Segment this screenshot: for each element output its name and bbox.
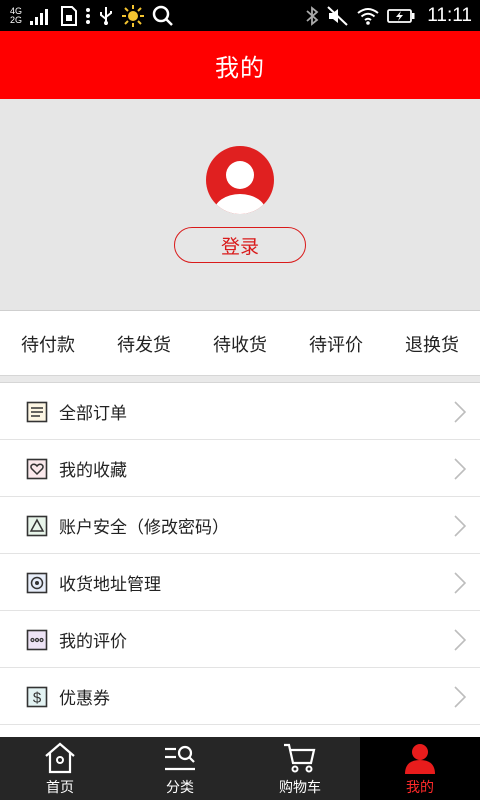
nav-profile[interactable]: 我的: [360, 737, 480, 800]
nav-label: 我的: [406, 780, 434, 796]
tab-label: 待发货: [117, 334, 171, 356]
menu-label: 全部订单: [59, 403, 127, 424]
tab-label: 退换货: [405, 334, 459, 356]
menu-label: 优惠券: [59, 688, 110, 709]
status-bar-right: 11:11: [305, 4, 472, 28]
menu-label: 我的收藏: [59, 460, 127, 481]
section-divider: [0, 375, 480, 383]
coupon-icon: $: [26, 686, 48, 708]
profile-section: 登录: [0, 99, 480, 311]
menu-label: 账户安全（修改密码）: [59, 517, 229, 538]
clock: 11:11: [427, 5, 472, 26]
security-icon: [26, 515, 48, 537]
chevron-right-icon: [454, 629, 466, 651]
battery-icon: [387, 9, 415, 23]
menu-item-all-orders[interactable]: 全部订单: [0, 383, 480, 440]
signal-icon: [30, 9, 49, 25]
nav-cart[interactable]: 购物车: [240, 737, 360, 800]
app-header: 我的: [0, 31, 480, 99]
menu-item-favorites[interactable]: 我的收藏: [0, 440, 480, 497]
nav-label: 购物车: [279, 780, 321, 796]
home-icon: [45, 742, 75, 774]
chevron-right-icon: [454, 515, 466, 537]
network-type-bottom: 2G: [10, 15, 23, 25]
menu-item-my-reviews[interactable]: 我的评价: [0, 611, 480, 668]
chevron-right-icon: [454, 572, 466, 594]
wifi-icon: [357, 8, 379, 25]
reviews-icon: [26, 629, 48, 651]
menu-list: 全部订单 我的收藏 账户安全（修改密码） 收货地址管理 我的评价 $ 优惠券: [0, 383, 480, 725]
address-icon: [26, 572, 48, 594]
order-status-tabs: 待付款 待发货 待收货 待评价 退换货: [0, 312, 480, 375]
menu-item-address-management[interactable]: 收货地址管理: [0, 554, 480, 611]
login-button-label: 登录: [220, 235, 259, 258]
search-icon: [152, 5, 173, 26]
sim-icon: [61, 6, 78, 26]
nav-category[interactable]: 分类: [120, 737, 240, 800]
menu-label: 收货地址管理: [59, 574, 161, 595]
status-bar: 4G 2G 11:11: [0, 0, 480, 31]
cart-icon: [284, 743, 316, 773]
user-avatar-icon[interactable]: [206, 146, 274, 214]
nav-label: 分类: [166, 780, 194, 796]
tab-pending-payment[interactable]: 待付款: [0, 312, 96, 375]
favorites-icon: [26, 458, 48, 480]
tab-pending-shipment[interactable]: 待发货: [96, 312, 192, 375]
login-button[interactable]: 登录: [174, 227, 306, 263]
network-type: 4G 2G: [10, 7, 22, 25]
tab-label: 待付款: [21, 334, 75, 356]
menu-dots-icon: [86, 8, 91, 24]
bluetooth-icon: [306, 6, 319, 26]
status-bar-left: 4G 2G: [10, 4, 174, 28]
usb-icon: [100, 7, 113, 25]
page-title: 我的: [215, 53, 265, 82]
tab-returns[interactable]: 退换货: [384, 312, 480, 375]
tab-pending-receipt[interactable]: 待收货: [192, 312, 288, 375]
menu-item-account-security[interactable]: 账户安全（修改密码）: [0, 497, 480, 554]
tab-pending-review[interactable]: 待评价: [288, 312, 384, 375]
chevron-right-icon: [454, 458, 466, 480]
tab-label: 待评价: [309, 334, 363, 356]
bottom-navigation: 首页 分类 购物车 我的: [0, 737, 480, 800]
brightness-icon: [122, 5, 145, 27]
nav-label: 首页: [46, 780, 74, 796]
category-icon: [165, 745, 195, 771]
chevron-right-icon: [454, 401, 466, 423]
menu-item-coupons[interactable]: $ 优惠券: [0, 668, 480, 725]
profile-icon: [405, 744, 435, 774]
nav-home[interactable]: 首页: [0, 737, 120, 800]
mute-icon: [327, 6, 348, 26]
tab-label: 待收货: [213, 334, 267, 356]
chevron-right-icon: [454, 686, 466, 708]
menu-label: 我的评价: [59, 631, 127, 652]
svg-text:$: $: [33, 690, 42, 707]
orders-icon: [26, 401, 48, 423]
